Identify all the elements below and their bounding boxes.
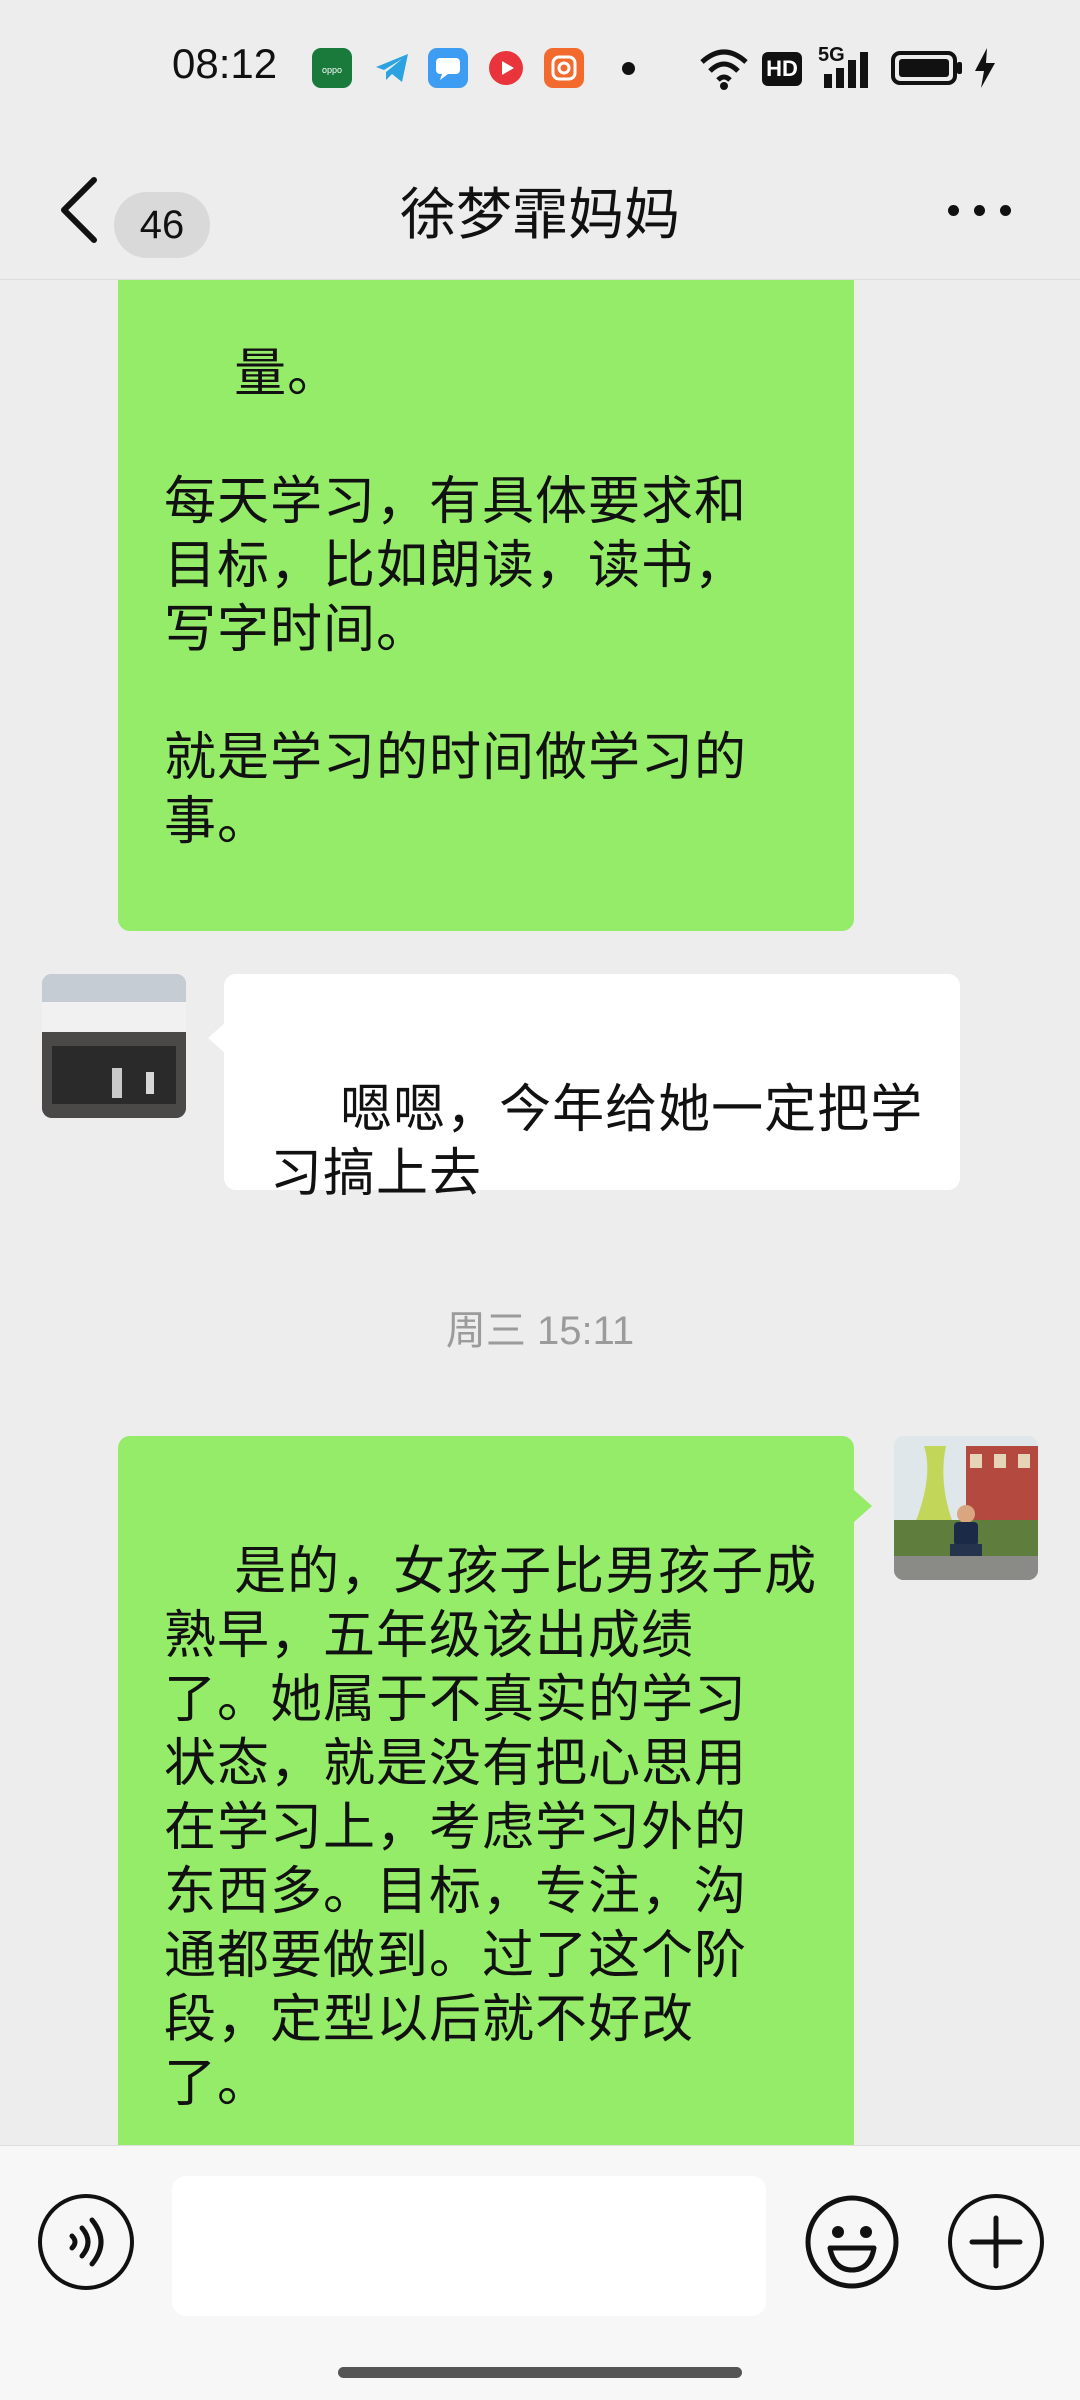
chat-title: 徐梦霏妈妈	[400, 183, 680, 248]
more-options-button[interactable]	[940, 185, 1020, 235]
camera-app-icon	[544, 48, 584, 88]
back-icon[interactable]	[50, 160, 110, 260]
voice-input-button[interactable]	[38, 2194, 134, 2290]
notification-dot-icon	[622, 62, 635, 75]
message-bubble-received[interactable]: 嗯嗯，今年给她一定把学 习搞上去	[224, 974, 960, 1204]
status-bar: 08:12 oppo HD 5G	[0, 0, 1080, 140]
wifi-icon	[700, 49, 748, 90]
oppo-store-icon: oppo	[312, 48, 352, 88]
more-dot-icon	[948, 205, 959, 216]
message-list[interactable]: 量。 每天学习，有具体要求和 目标，比如朗读，读书， 写字时间。 就是学习的时间…	[0, 280, 1080, 2145]
battery-icon	[891, 51, 962, 85]
more-dot-icon	[1000, 205, 1011, 216]
message-text: 嗯嗯，今年给她一定把学 习搞上去	[270, 1080, 924, 1204]
unread-count-badge[interactable]: 46	[114, 192, 210, 258]
home-indicator[interactable]	[338, 2367, 742, 2378]
message-bubble-sent[interactable]: 量。 每天学习，有具体要求和 目标，比如朗读，读书， 写字时间。 就是学习的时间…	[118, 280, 854, 931]
message-timestamp: 周三 15:11	[445, 1309, 635, 1353]
more-dot-icon	[974, 205, 985, 216]
message-bubble-sent[interactable]: 是的，女孩子比男孩子成 熟早，五年级该出成绩 了。她属于不真实的学习 状态，就是…	[118, 1436, 854, 2145]
signal-icon	[824, 52, 868, 88]
emoji-button[interactable]	[804, 2194, 900, 2290]
bubble-tail	[854, 1490, 872, 1522]
svg-text:oppo: oppo	[322, 65, 342, 75]
plus-icon	[969, 2215, 1023, 2269]
more-actions-button[interactable]	[948, 2194, 1044, 2290]
message-text: 是的，女孩子比男孩子成 熟早，五年级该出成绩 了。她属于不真实的学习 状态，就是…	[164, 1542, 818, 2114]
hd-icon: HD	[762, 52, 802, 86]
video-app-icon	[486, 48, 526, 88]
voice-icon	[69, 2217, 104, 2267]
telegram-icon	[372, 48, 412, 88]
message-input[interactable]	[172, 2176, 766, 2316]
status-time: 08:12	[172, 40, 278, 87]
my-avatar[interactable]	[894, 1436, 1038, 1580]
message-text: 量。 每天学习，有具体要求和 目标，比如朗读，读书， 写字时间。 就是学习的时间…	[164, 344, 748, 852]
chat-input-bar	[0, 2145, 1080, 2400]
chat-header: 46 徐梦霏妈妈	[0, 140, 1080, 280]
contact-avatar[interactable]	[42, 974, 186, 1118]
charging-icon	[975, 48, 995, 88]
messenger-icon	[428, 48, 468, 88]
